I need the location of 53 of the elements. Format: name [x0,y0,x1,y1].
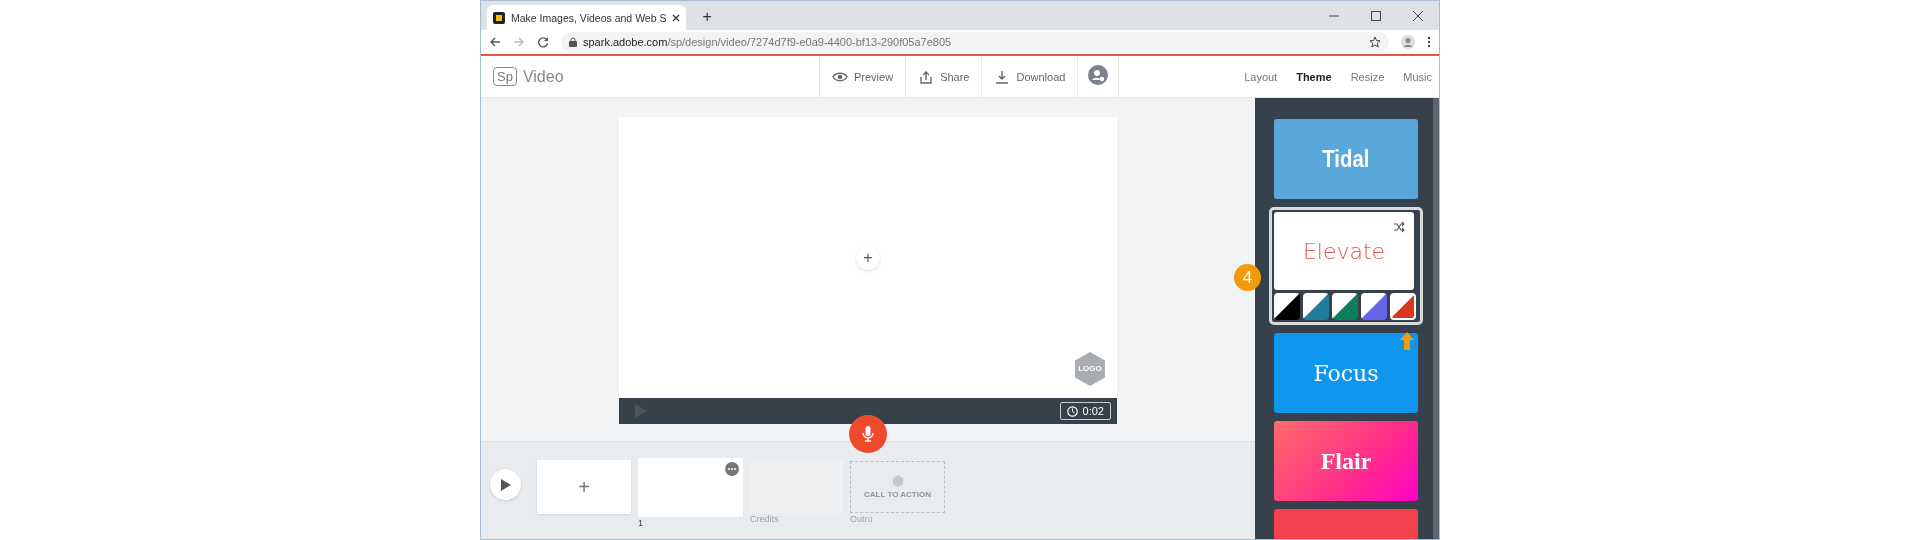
theme-card[interactable]: Elevate [1274,212,1414,290]
clock-icon [1066,405,1078,417]
download-icon [994,69,1011,84]
share-icon [918,69,935,84]
microphone-icon [862,426,874,442]
nav-tab[interactable]: Theme [1296,70,1332,83]
address-bar[interactable]: spark.adobe.com/sp/design/video/7274d7f9-e0a9-4400-bf13-290f05a7e805 [561,32,1389,52]
arrow-icon [1400,332,1414,350]
favicon-icon [493,11,505,24]
lock-icon [569,37,577,47]
reload-icon[interactable] [537,36,549,48]
theme-card[interactable]: Focus [1274,333,1418,413]
duration-button[interactable]: 0:02 [1059,402,1111,420]
outro-text: CALL TO ACTION [864,490,931,499]
color-swatch[interactable] [1361,293,1387,320]
scrollbar[interactable] [1433,98,1439,539]
slide-thumbnail[interactable] [638,458,743,517]
color-swatch[interactable] [1274,293,1300,320]
play-icon [500,478,511,491]
logo-placeholder-text: LOGO [1077,364,1103,374]
nav-tab[interactable]: Resize [1350,70,1385,83]
color-swatch[interactable] [1390,293,1416,320]
theme-name: Elevate [1302,238,1386,264]
hexagon-icon [1073,352,1107,386]
theme-card[interactable]: Flair [1274,421,1418,501]
color-swatch[interactable] [1332,293,1358,320]
play-button[interactable] [490,469,521,500]
tab-title: Make Images, Videos and Web S [511,11,667,24]
slide-label: Outro [850,514,874,524]
add-slide-button[interactable]: + [537,460,631,514]
nav-tab[interactable]: Layout [1244,70,1278,83]
more-icon[interactable] [725,462,739,476]
close-icon[interactable] [672,13,681,22]
nav-tab[interactable]: Music [1403,70,1432,83]
hexagon-icon [891,475,904,487]
slide-label: Credits [750,514,780,524]
theme-name: Tidal [1322,145,1370,173]
browser-tab[interactable]: Make Images, Videos and Web S [487,5,687,30]
color-swatch[interactable] [1303,293,1329,320]
new-tab-button[interactable]: + [698,7,716,27]
star-icon[interactable] [1369,36,1381,48]
close-icon[interactable] [1413,10,1423,21]
user-icon [1088,65,1109,85]
profile-icon[interactable] [1401,35,1415,49]
back-icon[interactable] [489,36,501,48]
slide-number: 1 [638,518,644,528]
product-name: Video [522,67,564,86]
add-button[interactable]: + [856,245,880,270]
logo-mark: Sp [493,67,517,86]
theme-name: Focus [1313,360,1379,386]
theme-name: Flair [1320,447,1372,475]
more-icon[interactable] [1427,36,1431,48]
maximize-icon[interactable] [1371,10,1381,21]
